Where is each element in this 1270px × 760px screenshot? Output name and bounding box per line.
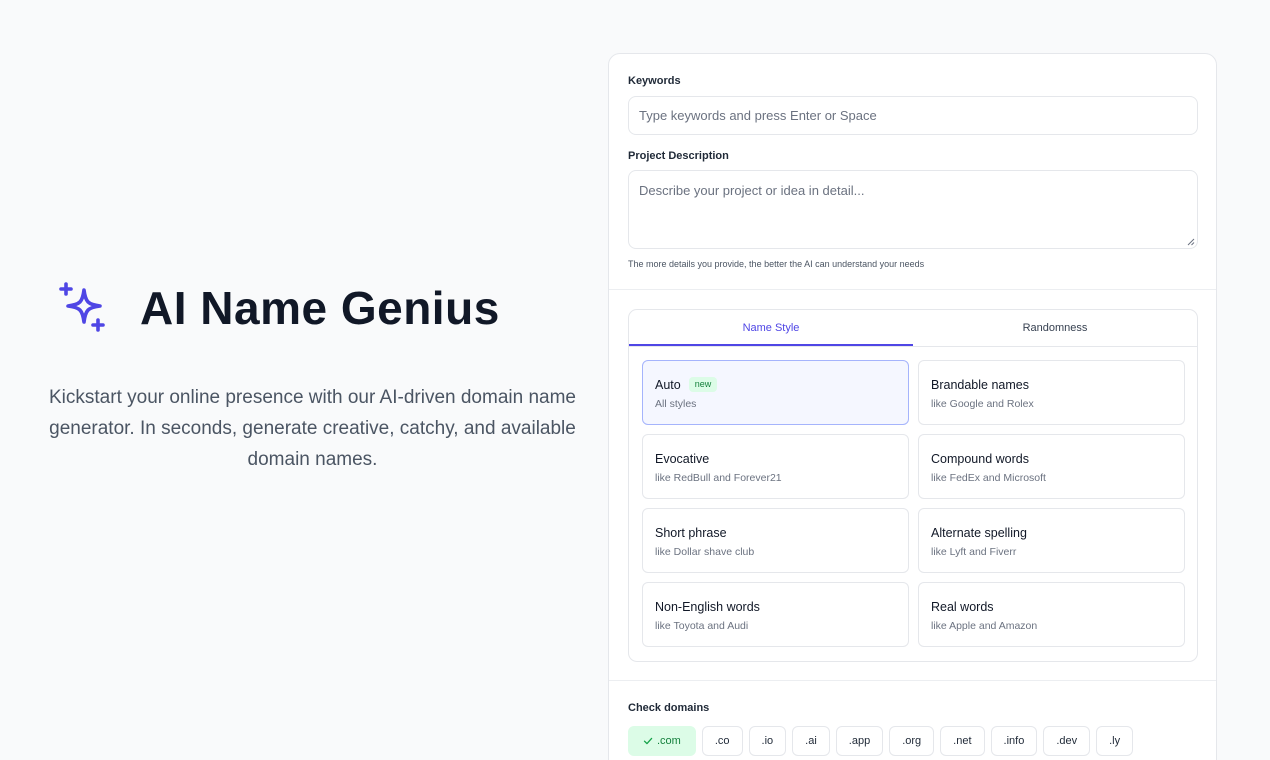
tld-chip-com[interactable]: .com (628, 726, 696, 756)
style-option-title: Real words (931, 599, 994, 614)
tld-chip-ly[interactable]: .ly (1096, 726, 1134, 756)
tld-chip-net[interactable]: .net (940, 726, 985, 756)
style-option-non-english[interactable]: Non-English words like Toyota and Audi (642, 582, 909, 647)
tld-chip-co[interactable]: .co (701, 726, 743, 756)
tld-chip-info[interactable]: .info (990, 726, 1038, 756)
style-option-compound[interactable]: Compound words like FedEx and Microsoft (918, 434, 1185, 499)
style-option-short-phrase[interactable]: Short phrase like Dollar shave club (642, 508, 909, 573)
description-label: Project Description (628, 150, 729, 162)
style-option-subtitle: like Google and Rolex (931, 398, 1034, 410)
style-option-subtitle: like Lyft and Fiverr (931, 546, 1017, 558)
app-title: AI Name Genius (140, 282, 500, 334)
sparkles-icon (54, 280, 110, 336)
keywords-input[interactable] (628, 96, 1198, 135)
new-badge: new (688, 377, 718, 392)
name-style-grid: Auto new All styles Brandable names like… (642, 360, 1185, 647)
style-option-alternate-spelling[interactable]: Alternate spelling like Lyft and Fiverr (918, 508, 1185, 573)
tld-chip-ai[interactable]: .ai (792, 726, 830, 756)
style-option-subtitle: like Toyota and Audi (655, 620, 749, 632)
check-domains-label: Check domains (628, 702, 710, 714)
tld-chip-dev[interactable]: .dev (1043, 726, 1091, 756)
style-option-title: Short phrase (655, 525, 727, 540)
style-option-subtitle: like RedBull and Forever21 (655, 472, 782, 484)
hero-tagline: Kickstart your online presence with our … (49, 387, 576, 470)
style-option-title: Compound words (931, 451, 1029, 466)
hero-section: AI Name Genius Kickstart your online pre… (40, 280, 580, 475)
style-option-subtitle: like FedEx and Microsoft (931, 472, 1046, 484)
tab-bar: Name Style Randomness (629, 310, 1197, 347)
tld-chip-label: .com (657, 735, 681, 747)
tld-chip-io[interactable]: .io (748, 726, 787, 756)
style-option-title: Non-English words (655, 599, 760, 614)
description-hint: The more details you provide, the better… (628, 259, 925, 269)
description-textarea[interactable] (628, 170, 1198, 249)
tld-chip-list: .com .co .io .ai .app .org .net .info .d… (628, 726, 1134, 756)
style-option-subtitle: All styles (655, 398, 697, 410)
keywords-label: Keywords (628, 75, 681, 87)
style-option-title: Alternate spelling (931, 525, 1027, 540)
resize-handle-icon[interactable] (1187, 238, 1195, 246)
tld-chip-org[interactable]: .org (889, 726, 935, 756)
style-tabs-card: Name Style Randomness Auto new All style… (628, 309, 1198, 662)
style-option-title: Evocative (655, 451, 710, 466)
style-option-title: Auto (655, 377, 681, 392)
tab-randomness[interactable]: Randomness (913, 310, 1197, 346)
check-icon (643, 737, 653, 745)
section-divider (609, 680, 1216, 681)
style-option-subtitle: like Apple and Amazon (931, 620, 1038, 632)
style-option-real-words[interactable]: Real words like Apple and Amazon (918, 582, 1185, 647)
section-divider (609, 289, 1216, 290)
tld-chip-app[interactable]: .app (835, 726, 884, 756)
tab-name-style[interactable]: Name Style (629, 310, 913, 346)
style-option-auto[interactable]: Auto new All styles (642, 360, 909, 425)
style-option-subtitle: like Dollar shave club (655, 546, 755, 558)
style-option-brandable[interactable]: Brandable names like Google and Rolex (918, 360, 1185, 425)
brand: AI Name Genius (54, 280, 580, 336)
generator-panel: Keywords Project Description The more de… (608, 53, 1217, 760)
style-option-title: Brandable names (931, 377, 1029, 392)
style-option-evocative[interactable]: Evocative like RedBull and Forever21 (642, 434, 909, 499)
